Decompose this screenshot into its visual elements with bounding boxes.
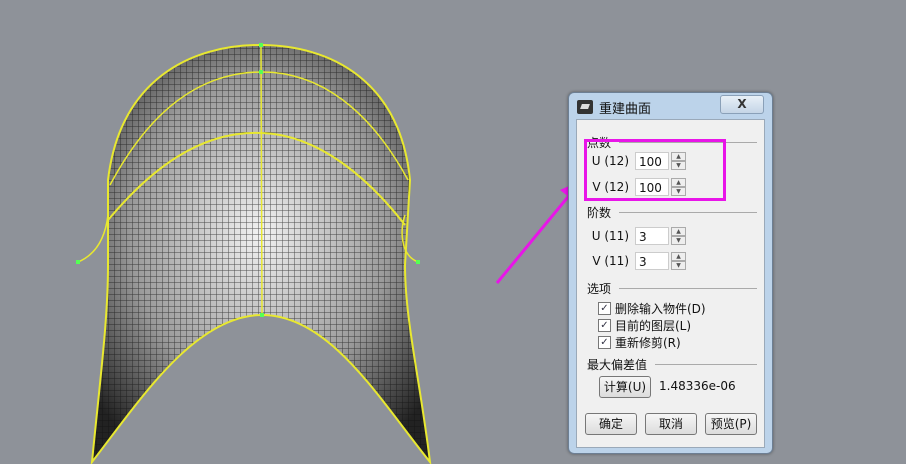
u-label: U (11) <box>591 229 629 243</box>
dialog-title: 重建曲面 <box>599 101 652 117</box>
max-deviation-heading: 最大偏差值 <box>587 356 757 373</box>
degree-u-stepper[interactable]: ▲ ▼ <box>671 227 686 245</box>
delete-input-checkbox[interactable]: ✓ 删除输入物件(D) <box>598 300 706 317</box>
close-button[interactable]: X <box>720 95 764 114</box>
checkbox-icon: ✓ <box>598 319 611 332</box>
degree-v-input[interactable]: 3 <box>635 252 669 270</box>
degree-v-row: V (11) 3 ▲ ▼ <box>577 252 686 270</box>
degree-u-row: U (11) 3 ▲ ▼ <box>577 227 686 245</box>
v-label: V (11) <box>592 254 629 268</box>
degree-v-stepper[interactable]: ▲ ▼ <box>671 252 686 270</box>
ok-button[interactable]: 确定 <box>585 413 637 435</box>
degree-heading: 阶数 <box>587 204 757 221</box>
dialog-titlebar[interactable]: 重建曲面 <box>577 97 651 117</box>
highlight-box <box>584 139 726 201</box>
checkbox-icon: ✓ <box>598 302 611 315</box>
checkbox-icon: ✓ <box>598 336 611 349</box>
current-layer-checkbox[interactable]: ✓ 目前的图层(L) <box>598 317 691 334</box>
retrim-checkbox[interactable]: ✓ 重新修剪(R) <box>598 334 681 351</box>
degree-u-input[interactable]: 3 <box>635 227 669 245</box>
checkbox-label: 重新修剪(R) <box>615 336 681 350</box>
isocurve <box>260 44 263 316</box>
compute-button[interactable]: 计算(U) <box>599 376 651 398</box>
checkbox-label: 删除输入物件(D) <box>615 302 706 316</box>
checkbox-label: 目前的图层(L) <box>615 319 692 333</box>
app-icon <box>577 100 593 114</box>
preview-button[interactable]: 预览(P) <box>705 413 757 435</box>
max-deviation-value: 1.48336e-06 <box>659 379 736 393</box>
options-heading: 选项 <box>587 280 757 297</box>
cancel-button[interactable]: 取消 <box>645 413 697 435</box>
